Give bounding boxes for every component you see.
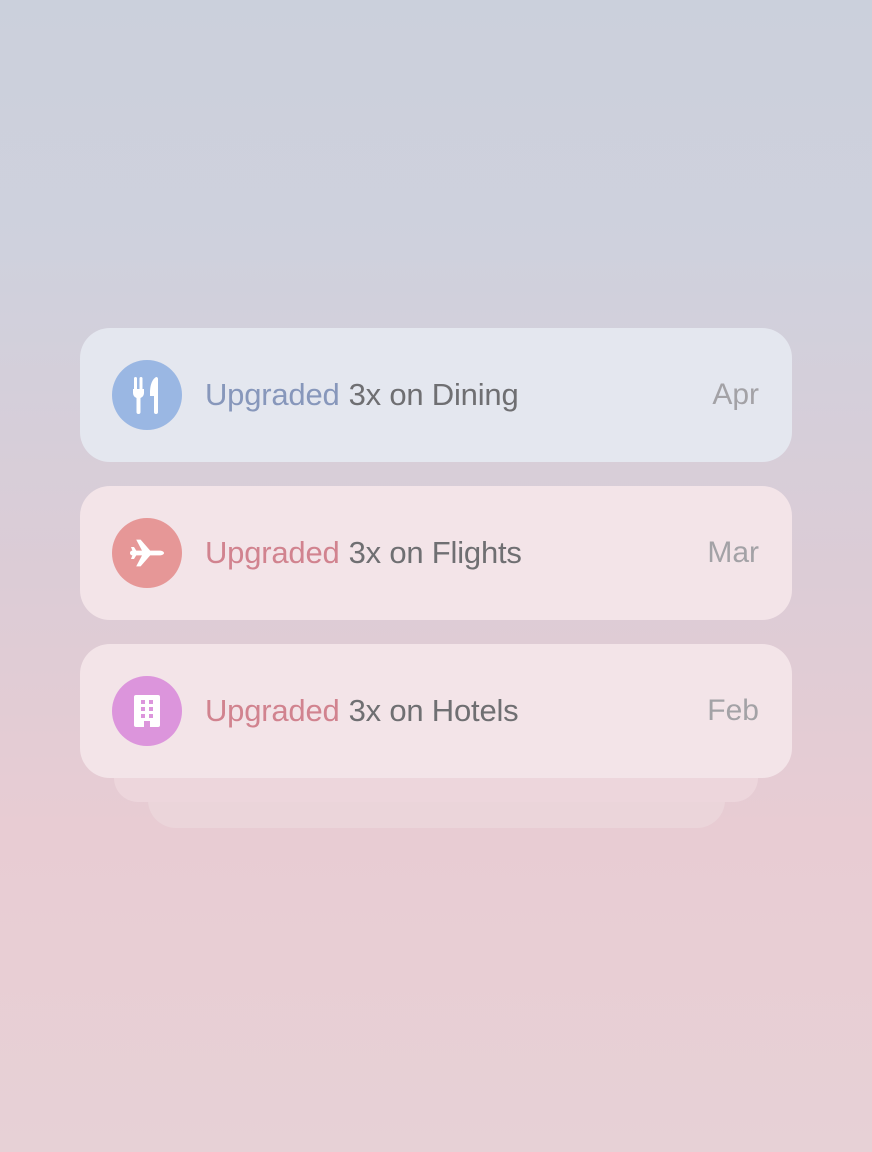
hotels-icon-badge <box>112 676 182 746</box>
notification-date: Apr <box>712 378 759 411</box>
fork-knife-icon <box>133 377 158 414</box>
notification-status: Upgraded <box>205 693 340 728</box>
notification-date: Feb <box>707 694 759 727</box>
notification-card-dining[interactable]: Upgraded 3x on Dining Apr <box>80 328 792 462</box>
notification-card-hotels[interactable]: Upgraded 3x on Hotels Feb <box>80 644 792 778</box>
notification-status: Upgraded <box>205 535 340 570</box>
dining-icon-badge <box>112 360 182 430</box>
stacked-card-shadow-back <box>148 800 725 828</box>
notification-text: 3x on Flights <box>348 535 522 570</box>
notification-stack: Upgraded 3x on Dining Apr Upgraded 3x on F… <box>80 328 792 802</box>
notification-text: 3x on Hotels <box>348 693 519 728</box>
notification-label: Upgraded 3x on Hotels <box>205 693 707 729</box>
flights-icon-badge <box>112 518 182 588</box>
notification-text: 3x on Dining <box>348 377 519 412</box>
notification-label: Upgraded 3x on Flights <box>205 535 707 571</box>
airplane-icon <box>130 539 164 567</box>
notification-card-flights[interactable]: Upgraded 3x on Flights Mar <box>80 486 792 620</box>
notification-label: Upgraded 3x on Dining <box>205 377 712 413</box>
notification-status: Upgraded <box>205 377 340 412</box>
notification-date: Mar <box>707 536 759 569</box>
building-icon <box>134 695 160 727</box>
